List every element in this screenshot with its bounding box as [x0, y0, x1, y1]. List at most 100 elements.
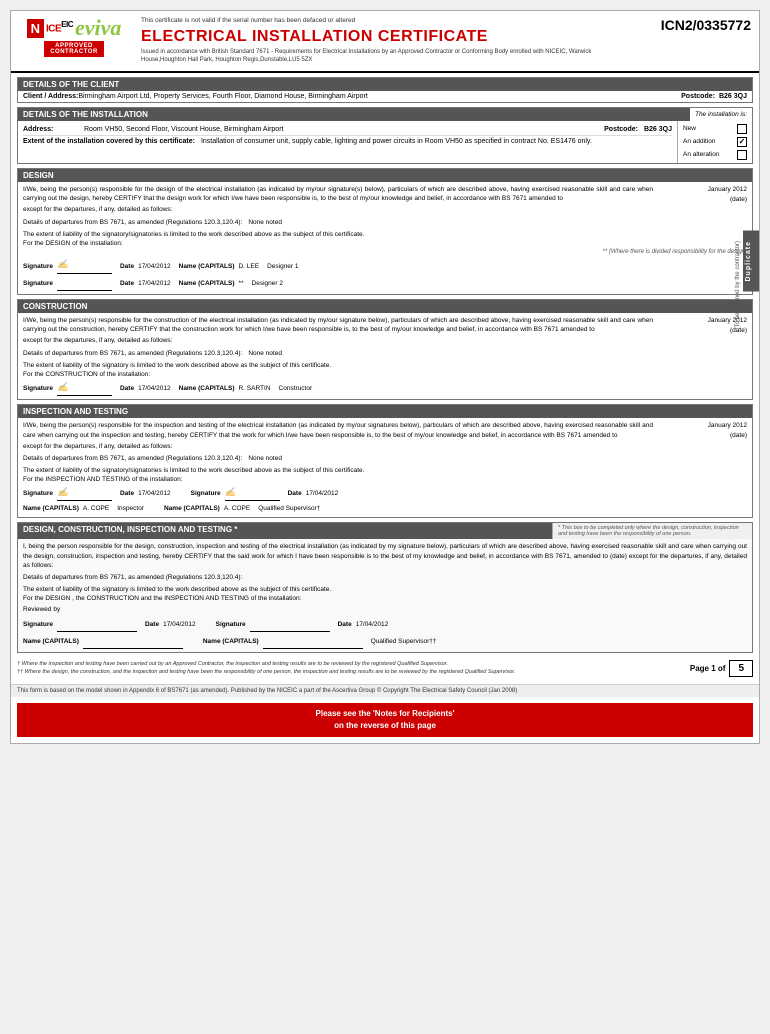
- dci-name-block-1: Name (CAPITALS): [23, 635, 183, 649]
- inspection-sig2-label: Signature: [191, 489, 221, 499]
- dci-extent-row: The extent of liability of the signatory…: [23, 585, 747, 603]
- inspection-date-amended: January 2012: [708, 422, 747, 429]
- install-postcode-label: Postcode:: [604, 126, 638, 133]
- page-label: Page 1 of: [690, 664, 726, 673]
- construction-cert-text-2: except for the departures, if any, detai…: [23, 336, 747, 346]
- address-value: Room VH50, Second Floor, Viscount House,…: [84, 126, 598, 133]
- header-middle: This certificate is not valid if the ser…: [141, 17, 631, 65]
- installation-section-header: DETAILS OF THE INSTALLATION: [18, 108, 690, 121]
- inspection-body: I/We, being the person(s) responsible fo…: [18, 418, 752, 517]
- page-footer: † Where the inspection and testing have …: [17, 657, 753, 680]
- dci-date2-value: 17/04/2012: [356, 620, 389, 630]
- construction-for-label: For the CONSTRUCTION of the installation…: [23, 371, 150, 378]
- construction-body: I/We, being the person(s) responsible fo…: [18, 313, 752, 399]
- design-section: DESIGN I/We, being the person(s) respons…: [17, 168, 753, 295]
- alteration-row: An alteration: [683, 150, 747, 160]
- construction-name1-value: R. SARTIN: [238, 384, 270, 394]
- design-body: I/We, being the person(s) responsible fo…: [18, 182, 752, 294]
- construction-date1-value: 17/04/2012: [138, 384, 171, 394]
- inspection-sig1-line: ✍: [57, 487, 112, 501]
- design-sig1-label: Signature: [23, 262, 53, 272]
- design-sig-block-2: Signature: [23, 277, 112, 291]
- dci-role2: Qualified Supervisor††: [371, 637, 437, 647]
- design-extent-row: The extent of liability of the signatory…: [23, 230, 747, 248]
- niceic-logo: N ICEEIC eviva: [27, 17, 122, 39]
- logo-iceic: ICEEIC: [46, 21, 73, 34]
- certificate-page: N ICEEIC eviva APPROVEDCONTRACTOR This c…: [10, 10, 760, 744]
- construction-departures-row: Details of departures from BS 7671, as a…: [23, 349, 747, 359]
- design-date-right: January 2012 (date): [657, 185, 747, 205]
- client-label: Client / Address:: [23, 93, 78, 100]
- dci-header-row: DESIGN, CONSTRUCTION, INSPECTION AND TES…: [18, 523, 752, 539]
- bottom-bar-line2: on the reverse of this page: [22, 720, 748, 732]
- dci-sig-row-1: Signature Date 17/04/2012 Signature Date…: [23, 618, 747, 632]
- dci-reviewed-label: Reviewed by: [23, 605, 60, 615]
- installation-address-row: Address: Room VH50, Second Floor, Viscou…: [23, 124, 672, 136]
- inspection-departures-row: Details of departures from BS 7671, as a…: [23, 454, 747, 464]
- inspection-date-block-1: Date 17/04/2012: [120, 489, 171, 499]
- inspection-sig-block-1: Signature ✍: [23, 487, 112, 501]
- duplicate-band: Duplicate: [743, 231, 759, 292]
- dci-sig2-label: Signature: [216, 620, 246, 630]
- design-cert-text: I/We, being the person(s) responsible fo…: [23, 185, 653, 205]
- inspection-for-label: For the INSPECTION AND TESTING of the in…: [23, 476, 183, 483]
- inspection-date-label: (date): [730, 432, 747, 439]
- construction-date-block-1: Date 17/04/2012: [120, 384, 171, 394]
- dci-extent-text: The extent of liability of the signatory…: [23, 586, 331, 593]
- extent-value: Installation of consumer unit, supply ca…: [201, 138, 672, 145]
- client-row: Client / Address: Birmingham Airport Ltd…: [18, 91, 752, 102]
- inspection-date2-label: Date: [288, 489, 302, 499]
- new-checkbox: [737, 124, 747, 134]
- dci-section-header: DESIGN, CONSTRUCTION, INSPECTION AND TES…: [18, 523, 552, 539]
- installation-header: DETAILS OF THE INSTALLATION The installa…: [18, 108, 752, 121]
- design-date2-value: 17/04/2012: [138, 279, 171, 289]
- inspection-extent-row: The extent of liability of the signatory…: [23, 466, 747, 484]
- construction-extent-row: The extent of liability of the signatory…: [23, 361, 747, 379]
- construction-extent-text: The extent of liability of the signatory…: [23, 362, 331, 369]
- construction-sig1-label: Signature: [23, 384, 53, 394]
- design-date1-label: Date: [120, 262, 134, 272]
- design-role1: Designer 1: [267, 262, 298, 272]
- construction-departures-value: None noted: [248, 349, 282, 359]
- dci-date1-value: 17/04/2012: [163, 620, 196, 630]
- inspection-name-block-2: Name (CAPITALS) A. COPE: [164, 504, 250, 514]
- addition-row: An addition: [683, 137, 747, 147]
- extent-label: Extent of the installation covered by th…: [23, 138, 195, 145]
- inspection-extent-text: The extent of liability of the signatory…: [23, 467, 364, 474]
- design-name1-value: D. LEE: [238, 262, 259, 272]
- construction-section-header: CONSTRUCTION: [18, 300, 752, 313]
- certificate-title: ELECTRICAL INSTALLATION CERTIFICATE: [141, 28, 631, 46]
- inspection-name2-label: Name (CAPITALS): [164, 504, 220, 514]
- inspection-sig-row-1: Signature ✍ Date 17/04/2012 Signature ✍ …: [23, 487, 747, 501]
- inspection-departures-label: Details of departures from BS 7671, as a…: [23, 454, 242, 464]
- inspection-role1: Inspector: [117, 504, 144, 514]
- dci-text-row: I, being the person responsible for the …: [23, 542, 747, 570]
- bottom-bar: Please see the 'Notes for Recipients' on…: [17, 703, 753, 737]
- construction-sig-block-1: Signature ✍: [23, 382, 112, 396]
- installation-right: New An addition An alteration: [677, 121, 752, 163]
- installation-is: The installation is:: [690, 109, 752, 120]
- construction-sig1-line: ✍: [57, 382, 112, 396]
- dci-name1-line: [83, 635, 183, 649]
- construction-text-1: I/We, being the person(s) responsible fo…: [23, 317, 653, 333]
- installation-left: Address: Room VH50, Second Floor, Viscou…: [18, 121, 677, 163]
- duplicate-note: (To be retained by the contractor): [735, 241, 743, 329]
- inspection-cert-text: I/We, being the person(s) responsible fo…: [23, 421, 653, 441]
- design-date-block-1: Date 17/04/2012: [120, 262, 171, 272]
- inspection-section: INSPECTION AND TESTING I/We, being the p…: [17, 404, 753, 518]
- construction-section: CONSTRUCTION I/We, being the person(s) r…: [17, 299, 753, 400]
- design-name2-value: **: [238, 279, 243, 289]
- inspection-text-1: I/We, being the person(s) responsible fo…: [23, 422, 653, 438]
- dci-name-row: Name (CAPITALS) Name (CAPITALS) Qualifie…: [23, 635, 747, 649]
- inspection-date1-value: 17/04/2012: [138, 489, 171, 499]
- design-extent-text: The extent of liability of the signatory…: [23, 231, 364, 238]
- dci-name-block-2: Name (CAPITALS): [203, 635, 363, 649]
- approved-contractor-label: APPROVEDCONTRACTOR: [44, 41, 104, 57]
- serial-number: ICN2/0335772: [661, 17, 751, 33]
- page-number-area: Page 1 of 5: [690, 660, 753, 677]
- design-date2-label: Date: [120, 279, 134, 289]
- dci-sig1-label: Signature: [23, 620, 53, 630]
- design-name-block-1: Name (CAPITALS) D. LEE: [179, 262, 259, 272]
- dci-section: DESIGN, CONSTRUCTION, INSPECTION AND TES…: [17, 522, 753, 653]
- dci-departures-row: Details of departures from BS 7671, as a…: [23, 573, 747, 583]
